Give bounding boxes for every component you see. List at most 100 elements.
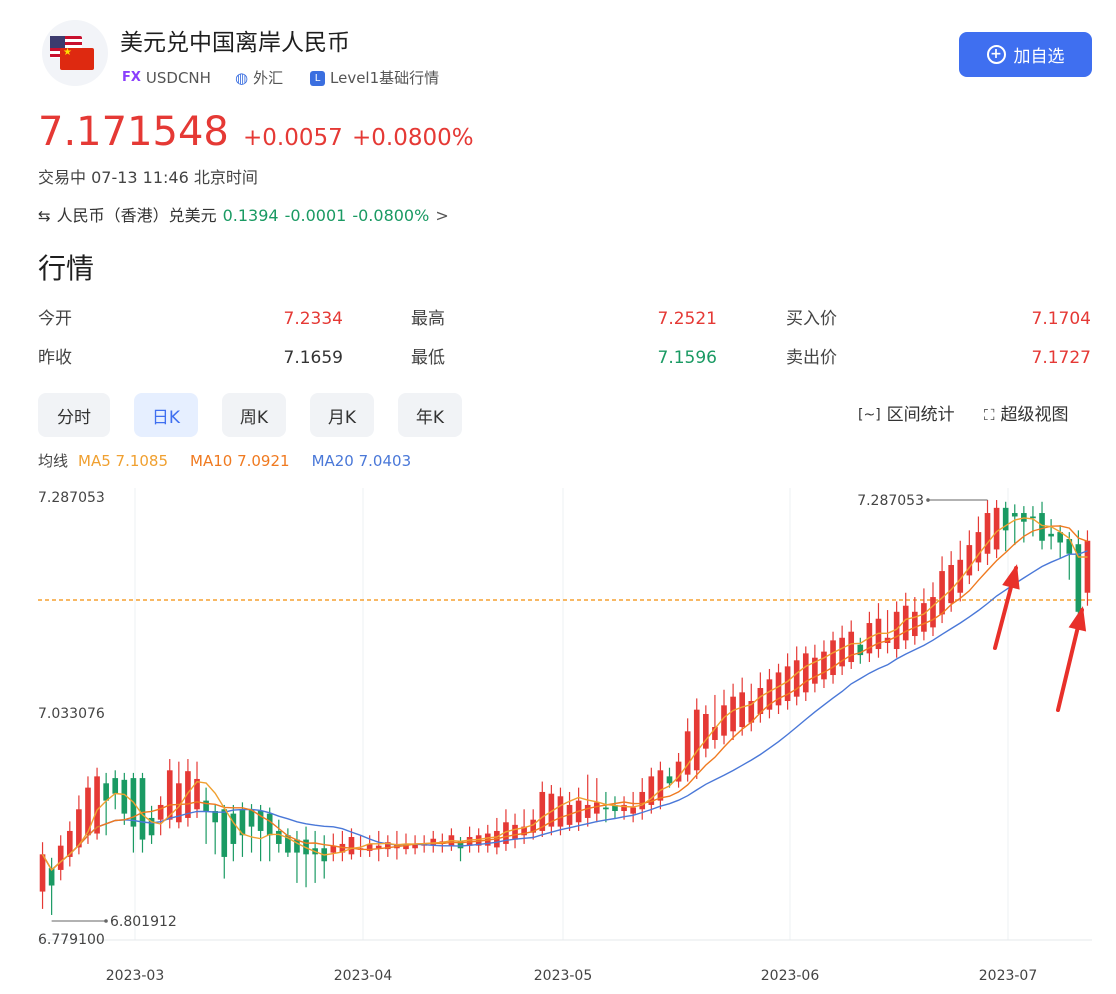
symbol-tag: FX USDCNH [122, 68, 211, 88]
tab-daily-k[interactable]: 日K [134, 393, 198, 437]
level-tag: L Level1基础行情 [310, 68, 439, 88]
candle-body [557, 796, 564, 827]
open-value: 7.2334 [283, 309, 343, 329]
super-view-button[interactable]: ⛶ 超级视图 [984, 404, 1069, 426]
x-axis-label: 2023-05 [534, 968, 593, 984]
candle-body [666, 776, 673, 784]
reverse-pair-link[interactable]: ⇆ 人民币（香港）兑美元 0.1394 -0.0001 -0.0800% > [38, 205, 449, 227]
candle-body [921, 603, 927, 632]
candle-body [821, 651, 827, 680]
category-tag: ◍ 外汇 [235, 68, 283, 88]
candle-body [348, 837, 355, 855]
y-axis-label: 7.287053 [38, 490, 105, 506]
level-label: Level1基础行情 [330, 69, 440, 87]
reverse-pair-change: -0.0001 [284, 206, 347, 225]
candle-body [948, 565, 954, 604]
high-label: 最高 [411, 309, 445, 329]
candle-body [1039, 513, 1045, 541]
ma10-line [41, 525, 1088, 871]
candle-body [930, 597, 936, 628]
candle-body [103, 783, 109, 801]
candle-body [912, 611, 918, 637]
candlestick-chart[interactable]: 7.287053 7.033076 6.779100 2023-03 2023-04 20… [0, 480, 1116, 994]
candle-body [584, 804, 591, 818]
tab-intraday[interactable]: 分时 [38, 393, 110, 437]
candle-body [112, 778, 119, 794]
candle-body [412, 844, 418, 849]
x-axis-label: 2023-06 [761, 968, 820, 984]
candle-body [739, 692, 745, 727]
fx-tag: FX [122, 70, 141, 85]
candle-body [94, 776, 100, 834]
candle-body [203, 800, 209, 812]
annotation-arrow-1-head [1002, 564, 1020, 590]
candle-body [39, 854, 46, 892]
candle-body [939, 571, 945, 615]
candle-body [266, 813, 273, 836]
candle-body [693, 709, 700, 771]
chevron-right-icon: > [435, 206, 449, 225]
symbol-code: USDCNH [145, 69, 211, 87]
china-flag-star-icon: ★ [63, 47, 72, 58]
globe-icon: ◍ [235, 69, 249, 87]
prev-close-label: 昨收 [38, 348, 72, 368]
low-label: 最低 [411, 348, 445, 368]
x-axis-label: 2023-07 [979, 968, 1038, 984]
bid-value: 7.1704 [1031, 309, 1091, 329]
max-annotation-label: 7.287053 [857, 493, 924, 509]
level-icon: L [310, 70, 325, 86]
range-bracket-icon: [~] [858, 407, 881, 423]
max-annotation-dot [926, 498, 930, 502]
min-annotation-dot [104, 919, 108, 923]
candle-body [630, 807, 636, 814]
reverse-pair-name: 人民币（香港）兑美元 [56, 206, 217, 225]
candle-body [166, 770, 173, 820]
candle-body [793, 660, 800, 697]
candle-body [1084, 540, 1091, 593]
bid-label: 买入价 [786, 309, 837, 329]
ma-legend-label: 均线 [38, 452, 69, 470]
candle-body [603, 807, 609, 810]
last-price: 7.171548 [38, 109, 229, 155]
candle-body [57, 845, 64, 870]
price-change-pct: +0.0800% [352, 125, 474, 151]
tab-weekly-k[interactable]: 周K [222, 393, 286, 437]
y-axis-label: 6.779100 [38, 932, 105, 948]
instrument-title: 美元兑中国离岸人民币 [120, 30, 350, 56]
trading-status: 交易中 07-13 11:46 北京时间 [38, 168, 258, 187]
candle-body [1011, 513, 1018, 517]
candle-body [139, 778, 146, 840]
add-watchlist-button[interactable]: + 加自选 [959, 32, 1092, 77]
y-axis-label: 7.033076 [38, 706, 105, 722]
fullscreen-icon: ⛶ [984, 406, 995, 424]
min-annotation-label: 6.801912 [110, 914, 177, 930]
candle-body [221, 809, 228, 857]
high-value: 7.2521 [657, 309, 717, 329]
open-label: 今开 [38, 309, 72, 329]
candle-body [593, 802, 600, 814]
range-stats-label: 区间统计 [886, 405, 955, 425]
candle-body [1030, 516, 1036, 519]
section-title: 行情 [38, 252, 95, 285]
candle-body [1048, 533, 1054, 537]
x-axis-label: 2023-04 [334, 968, 393, 984]
x-axis-label: 2023-03 [106, 968, 165, 984]
candle-body [639, 791, 646, 810]
tab-monthly-k[interactable]: 月K [310, 393, 374, 437]
reverse-pair-change-pct: -0.0800% [352, 206, 430, 225]
candle-body [984, 513, 991, 554]
ma20-legend: MA20 7.0403 [311, 452, 412, 470]
super-view-label: 超级视图 [1000, 405, 1069, 425]
low-value: 7.1596 [657, 348, 717, 368]
candle-body [157, 804, 164, 820]
tab-yearly-k[interactable]: 年K [398, 393, 462, 437]
add-watchlist-label: 加自选 [1013, 47, 1065, 67]
candle-body [512, 824, 518, 840]
candle-body [848, 631, 855, 663]
currency-pair-flag-icon: ★ [42, 20, 108, 86]
price-change: +0.0057 [243, 125, 343, 151]
ma5-line [41, 517, 1088, 871]
range-stats-button[interactable]: [~] 区间统计 [858, 404, 955, 426]
candle-body [730, 696, 736, 732]
ask-value: 7.1727 [1031, 348, 1091, 368]
